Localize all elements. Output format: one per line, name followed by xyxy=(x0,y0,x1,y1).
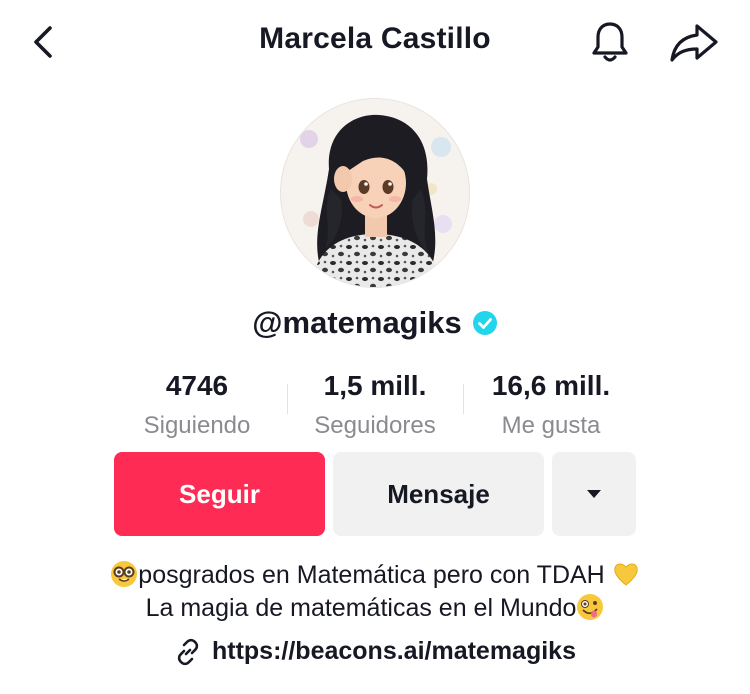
share-icon xyxy=(670,24,718,62)
more-options-button[interactable] xyxy=(552,452,636,536)
avatar[interactable] xyxy=(281,99,469,287)
caret-down-icon xyxy=(587,490,601,498)
stat-followers-value: 1,5 mill. xyxy=(323,370,427,401)
bio-line-2: La magia de matemáticas en el Mundo xyxy=(0,593,750,623)
follow-button[interactable]: Seguir xyxy=(114,452,325,536)
profile-link[interactable]: https://beacons.ai/matemagiks xyxy=(0,637,750,666)
bio-line-1: posgrados en Matemática pero con TDAH xyxy=(0,560,750,590)
share-button[interactable] xyxy=(668,22,720,64)
stat-likes-label: Me gusta xyxy=(501,412,601,439)
username-row: @matemagiks xyxy=(0,305,750,341)
stat-following-value: 4746 xyxy=(165,370,229,401)
stat-following-label: Siguiendo xyxy=(143,412,251,439)
stat-followers[interactable]: 1,5 mill. Seguidores xyxy=(275,368,475,446)
message-button[interactable]: Mensaje xyxy=(333,452,544,536)
link-icon xyxy=(177,638,199,665)
profile-link-text: https://beacons.ai/matemagiks xyxy=(211,637,576,665)
nerd-face-emoji-icon xyxy=(111,561,138,587)
stat-followers-label: Seguidores xyxy=(314,412,436,439)
stat-likes[interactable]: 16,6 mill. Me gusta xyxy=(451,368,651,446)
stat-likes-value: 16,6 mill. xyxy=(491,370,611,401)
bell-icon xyxy=(592,22,628,62)
notifications-button[interactable] xyxy=(590,20,630,66)
bio-line-1-text: posgrados en Matemática pero con TDAH xyxy=(138,561,605,589)
stat-following[interactable]: 4746 Siguiendo xyxy=(97,368,297,446)
zany-face-emoji-icon xyxy=(577,594,604,620)
verified-badge-icon xyxy=(472,311,497,335)
bio-line-2-text: La magia de matemáticas en el Mundo xyxy=(145,594,577,622)
avatar-illustration xyxy=(281,99,469,287)
page-title: Marcela Castillo xyxy=(259,22,491,55)
username: @matemagiks xyxy=(252,305,462,340)
yellow-heart-emoji-icon xyxy=(613,563,638,586)
